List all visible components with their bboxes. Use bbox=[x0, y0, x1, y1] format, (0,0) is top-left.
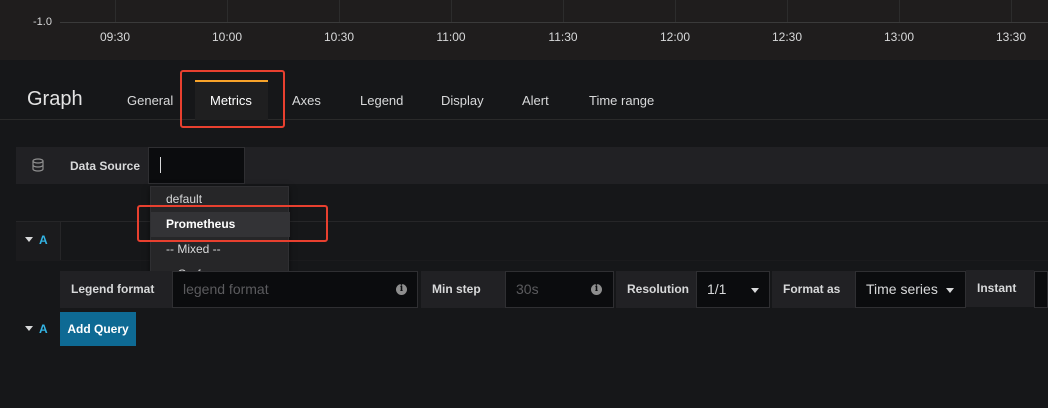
tab-legend[interactable]: Legend bbox=[360, 93, 403, 108]
tab-general[interactable]: General bbox=[127, 93, 173, 108]
x-axis-tick-label: 13:00 bbox=[883, 30, 915, 44]
tab-display[interactable]: Display bbox=[441, 93, 484, 108]
panel-editor-header bbox=[0, 60, 1048, 120]
legend-format-input[interactable]: legend format bbox=[172, 271, 418, 308]
tab-metrics-label[interactable]: Metrics bbox=[210, 93, 252, 108]
min-step-placeholder: 30s bbox=[516, 281, 539, 297]
tab-alert[interactable]: Alert bbox=[522, 93, 549, 108]
graph-plot-area: -1.0 09:30 10:00 10:30 11:00 11:30 12:00… bbox=[0, 0, 1048, 60]
resolution-value: 1/1 bbox=[707, 281, 727, 297]
database-icon bbox=[32, 158, 44, 172]
format-as-label: Format as bbox=[772, 271, 855, 308]
chevron-down-icon[interactable] bbox=[751, 288, 759, 293]
x-axis-tick-label: 12:00 bbox=[659, 30, 691, 44]
gridline bbox=[451, 0, 452, 22]
gridline bbox=[675, 0, 676, 22]
x-axis-tick-label: 13:30 bbox=[995, 30, 1027, 44]
query-letter-a[interactable]: A bbox=[39, 233, 48, 247]
resolution-label: Resolution bbox=[616, 271, 696, 308]
menu-item-default[interactable]: default bbox=[151, 187, 290, 212]
menu-item-mixed[interactable]: -- Mixed -- bbox=[151, 237, 290, 262]
x-axis-tick-label: 10:30 bbox=[323, 30, 355, 44]
x-axis-tick-label: 11:00 bbox=[436, 30, 466, 44]
data-source-input[interactable] bbox=[148, 147, 245, 184]
add-query-letter: A bbox=[39, 322, 48, 336]
legend-format-label: Legend format bbox=[60, 271, 172, 308]
add-query-button[interactable]: Add Query bbox=[60, 312, 136, 346]
info-icon[interactable]: i bbox=[591, 284, 602, 295]
data-source-label: Data Source bbox=[70, 159, 141, 173]
gridline bbox=[227, 0, 228, 22]
collapse-chevron-icon[interactable] bbox=[25, 326, 33, 331]
gridline bbox=[115, 0, 116, 22]
chevron-down-icon[interactable] bbox=[946, 288, 954, 293]
format-as-value: Time series bbox=[866, 281, 938, 297]
gridline bbox=[787, 0, 788, 22]
legend-format-placeholder: legend format bbox=[183, 281, 269, 297]
x-axis-tick-label: 12:30 bbox=[771, 30, 803, 44]
tab-time-range[interactable]: Time range bbox=[589, 93, 654, 108]
min-step-label: Min step bbox=[421, 271, 505, 308]
x-axis-tick-label: 09:30 bbox=[99, 30, 131, 44]
gridline bbox=[899, 0, 900, 22]
instant-checkbox[interactable] bbox=[1034, 271, 1048, 308]
gridline bbox=[563, 0, 564, 22]
tab-axes[interactable]: Axes bbox=[292, 93, 321, 108]
x-axis-tick-label: 10:00 bbox=[211, 30, 243, 44]
text-cursor bbox=[160, 157, 161, 173]
x-axis-tick-label: 11:30 bbox=[548, 30, 578, 44]
info-icon[interactable]: i bbox=[396, 284, 407, 295]
gridline bbox=[339, 0, 340, 22]
collapse-chevron-icon[interactable] bbox=[25, 237, 33, 242]
gridline bbox=[1011, 0, 1012, 22]
menu-item-prometheus[interactable]: Prometheus bbox=[151, 212, 290, 237]
y-axis-tick-label: -1.0 bbox=[33, 16, 52, 28]
x-axis-line bbox=[60, 22, 1048, 23]
instant-label: Instant bbox=[966, 270, 1034, 307]
panel-type-title: Graph bbox=[27, 88, 83, 110]
